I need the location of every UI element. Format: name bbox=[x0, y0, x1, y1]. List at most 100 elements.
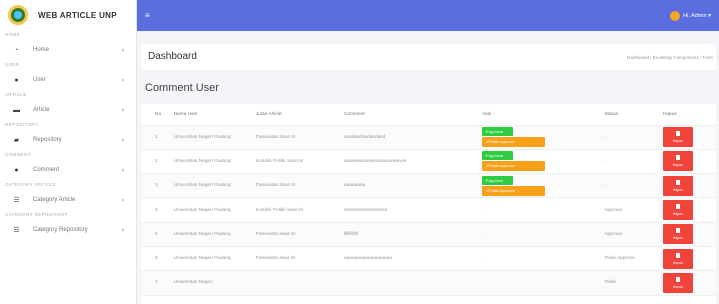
approve-button[interactable]: ✔Approve bbox=[482, 127, 514, 137]
delete-label: Hapus bbox=[672, 163, 683, 168]
cell-hapus: Hapus bbox=[662, 149, 716, 175]
cell-no: 1 bbox=[141, 125, 168, 150]
column-header: Nama User bbox=[167, 104, 256, 126]
comment-icon: ● bbox=[14, 166, 19, 174]
cell-aksi: - bbox=[482, 246, 605, 272]
reject-button[interactable]: ⊘Tidak Approve bbox=[482, 161, 546, 172]
column-header: Judul Article bbox=[255, 104, 344, 126]
chevron-right-icon: › bbox=[121, 136, 124, 144]
sidebar-item-category-article[interactable]: ☰ Category Article › bbox=[0, 190, 136, 210]
sidebar-heading-category-article: CATEGORY ARTICLE bbox=[5, 182, 57, 187]
cell-hapus: Hapus bbox=[662, 197, 716, 223]
delete-label: Hapus bbox=[672, 187, 683, 192]
delete-button[interactable]: Hapus bbox=[662, 151, 693, 172]
cell-user: Universitas Negeri Padang bbox=[167, 246, 256, 272]
delete-button[interactable]: Hapus bbox=[662, 248, 693, 269]
sidebar-item-repository[interactable]: ▰ Repository › bbox=[0, 130, 136, 150]
chevron-right-icon: › bbox=[121, 46, 124, 54]
section-title: Comment User bbox=[145, 82, 219, 94]
delete-label: Hapus bbox=[672, 284, 683, 289]
cell-judul: Pariwisata Saat Ini bbox=[255, 173, 344, 199]
sidebar-item-label: Category Article bbox=[33, 197, 76, 203]
cell-no: 3 bbox=[141, 173, 168, 199]
cell-no: 6 bbox=[141, 246, 168, 272]
cell-aksi: - bbox=[482, 222, 605, 247]
sidebar-item-comment[interactable]: ● Comment › bbox=[0, 160, 136, 180]
admin-label: Hi, Admin ▾ bbox=[683, 12, 711, 19]
column-header: No bbox=[141, 104, 168, 126]
topbar: ≡ Hi, Admin ▾ bbox=[137, 0, 719, 31]
sidebar-item-home[interactable]: ◔ Home › bbox=[0, 40, 136, 60]
cell-aksi: ✔Approve ⊘Tidak Approve bbox=[482, 125, 605, 150]
brand-name: WEB ARTICLE UNP bbox=[38, 10, 117, 20]
reject-button[interactable]: ⊘Tidak Approve bbox=[482, 185, 546, 196]
main-content: Dashboard Dashboard / Bootstrap Componen… bbox=[137, 31, 719, 304]
cell-hapus: Hapus bbox=[662, 270, 716, 296]
cell-aksi: ✔Approve ⊘Tidak Approve bbox=[482, 149, 605, 175]
delete-button[interactable]: Hapus bbox=[662, 272, 693, 293]
hamburger-menu-icon[interactable]: ≡ bbox=[145, 11, 150, 20]
chevron-right-icon: › bbox=[121, 226, 124, 234]
trash-icon bbox=[675, 204, 680, 210]
delete-button[interactable]: Hapus bbox=[662, 200, 693, 221]
cell-judul: Kondisi Politik Saat Ini bbox=[255, 197, 344, 223]
cell-status: - bbox=[604, 125, 663, 150]
cell-comment: ssssssssssssssssss bbox=[343, 197, 483, 223]
delete-button[interactable]: Hapus bbox=[662, 175, 693, 196]
approve-button[interactable]: ✔Approve bbox=[482, 151, 514, 161]
sidebar-heading-user: USER bbox=[5, 62, 20, 67]
sidebar-heading-repository: REPOSITORY bbox=[5, 122, 39, 127]
page-title: Dashboard bbox=[148, 51, 197, 62]
cell-no: 4 bbox=[141, 197, 168, 223]
comment-table-card: No Nama User Judul Article Comment Aksi … bbox=[141, 104, 716, 304]
cell-no: 2 bbox=[141, 149, 168, 175]
sidebar: WEB ARTICLE UNP HOME ◔ Home › USER ● Use… bbox=[0, 0, 137, 304]
cell-status: Tidak bbox=[604, 270, 663, 296]
sidebar-item-category-repository[interactable]: ☰ Category Repository › bbox=[0, 220, 136, 240]
aksi-value: - bbox=[482, 231, 484, 237]
cell-user: Universitas Negeri Padang bbox=[167, 197, 256, 223]
cell-hapus: Hapus bbox=[662, 222, 716, 247]
cell-hapus: Hapus bbox=[662, 125, 716, 150]
cell-judul: Kondisi Politik Saat Ini bbox=[255, 149, 344, 175]
chevron-right-icon: › bbox=[121, 166, 124, 174]
table-header-row: No Nama User Judul Article Comment Aksi … bbox=[141, 104, 716, 126]
delete-label: Hapus bbox=[672, 260, 683, 265]
chevron-right-icon: › bbox=[121, 106, 124, 114]
cell-user: Universitas Negeri Padang bbox=[167, 125, 256, 150]
trash-icon bbox=[675, 179, 680, 185]
delete-button[interactable]: Hapus bbox=[662, 127, 693, 148]
delete-button[interactable]: Hapus bbox=[662, 224, 693, 245]
delete-label: Hapus bbox=[672, 236, 683, 241]
sidebar-item-article[interactable]: ▬ Article › bbox=[0, 100, 136, 120]
cell-aksi: ✔Approve ⊘Tidak Approve bbox=[482, 173, 605, 199]
cell-judul bbox=[255, 270, 344, 296]
chevron-right-icon: › bbox=[121, 76, 124, 84]
cell-judul: Pariwisata Saat Ini bbox=[255, 125, 344, 150]
brand[interactable]: WEB ARTICLE UNP bbox=[0, 0, 136, 30]
page-header: Dashboard Dashboard / Bootstrap Componen… bbox=[141, 44, 716, 70]
table-row: 5 Universitas Negeri Padang Pariwisata Saa… bbox=[141, 222, 716, 247]
cell-hapus: Hapus bbox=[662, 246, 716, 272]
table-row: 3 Universitas Negeri Padang Pariwisata Saa… bbox=[141, 173, 716, 199]
sidebar-item-label: User bbox=[33, 77, 46, 83]
university-logo-icon bbox=[8, 5, 28, 25]
table-row: 6 Universitas Negeri Padang Pariwisata Saa… bbox=[141, 246, 716, 272]
approve-button[interactable]: ✔Approve bbox=[482, 175, 514, 185]
table-row: 2 Universitas Negeri Padang Kondisi Politi… bbox=[141, 149, 716, 175]
cell-judul: Pariwisata Saat Ini bbox=[255, 222, 344, 247]
sidebar-item-label: Repository bbox=[33, 137, 62, 143]
comment-table: No Nama User Judul Article Comment Aksi … bbox=[141, 104, 716, 296]
cell-comment: aaaaaaaaaaaaaaaaaa bbox=[343, 246, 483, 272]
cell-no: 7 bbox=[141, 270, 168, 296]
cell-aksi bbox=[482, 270, 605, 296]
admin-menu[interactable]: Hi, Admin ▾ bbox=[670, 10, 711, 21]
breadcrumb[interactable]: Dashboard / Bootstrap Components / Form bbox=[627, 55, 713, 60]
sidebar-item-label: Article bbox=[33, 107, 50, 113]
reject-button[interactable]: ⊘Tidak Approve bbox=[482, 137, 546, 148]
cell-user: Universitas Negeri bbox=[167, 270, 256, 296]
sidebar-item-user[interactable]: ● User › bbox=[0, 70, 136, 90]
trash-icon bbox=[675, 155, 680, 161]
table-row: 4 Universitas Negeri Padang Kondisi Politi… bbox=[141, 197, 716, 223]
sidebar-heading-article: ARTICLE bbox=[5, 92, 27, 97]
